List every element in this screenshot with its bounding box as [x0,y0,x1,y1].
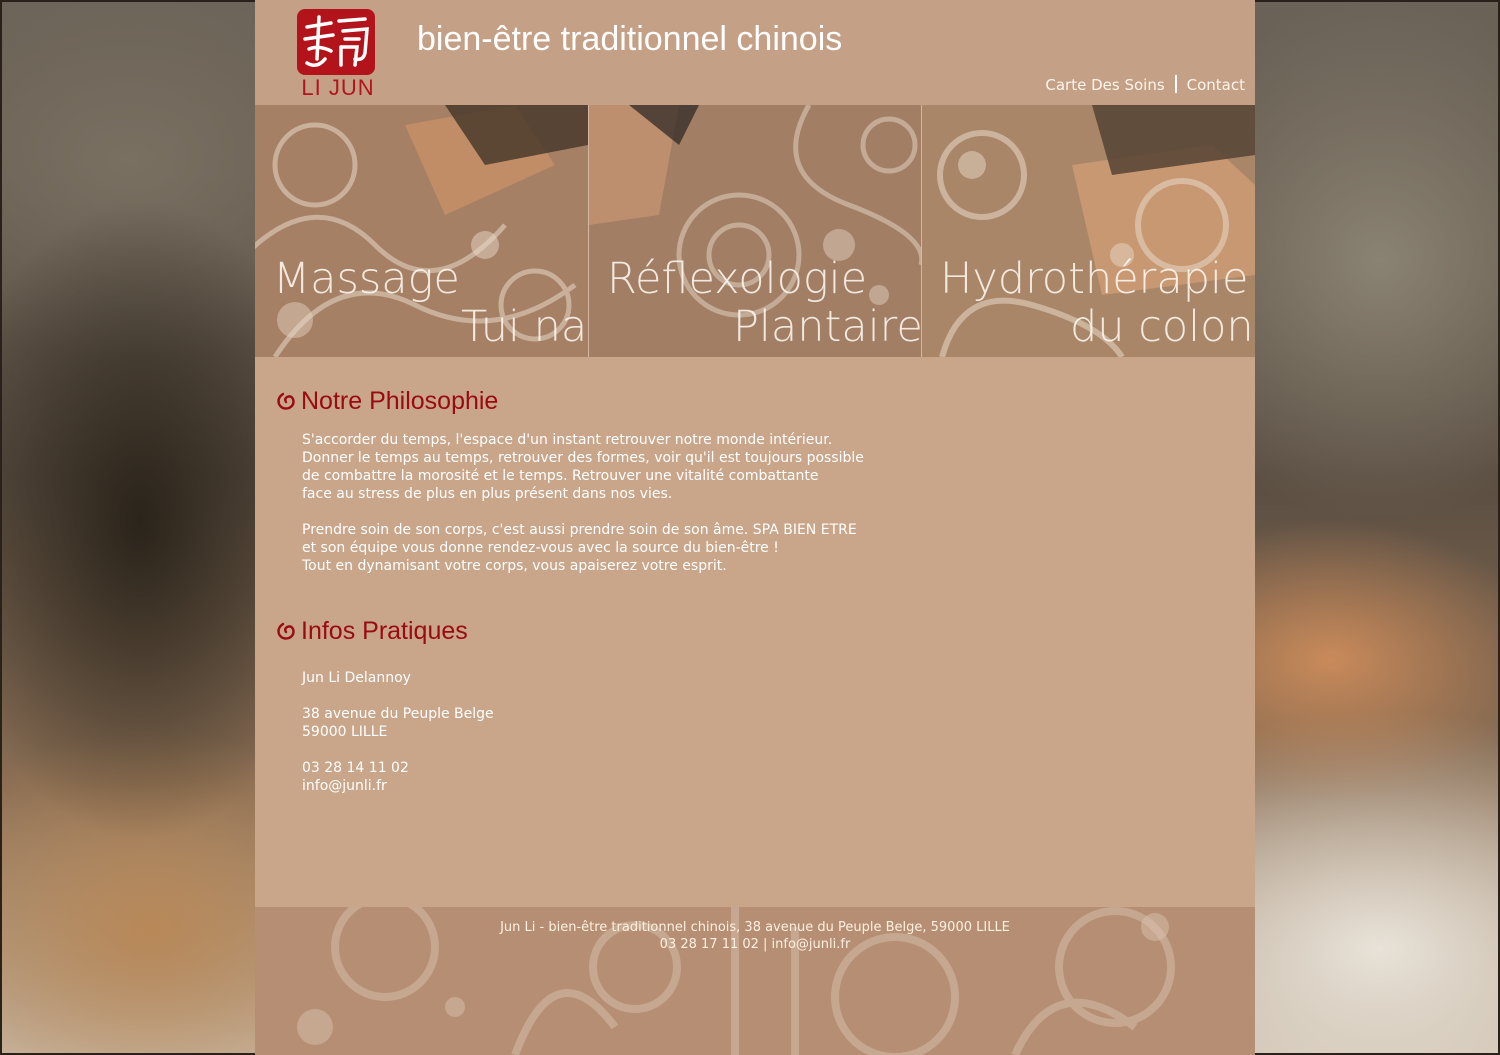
panel-title: Hydrothérapie du colon [922,255,1255,355]
footer-text: Jun Li - bien-être traditionnel chinois,… [255,919,1255,953]
philosophy-line: de combattre la morosité et le temps. Re… [302,468,819,484]
address-line1: 38 avenue du Peuple Belge [302,706,494,722]
banner-panel-reflexologie[interactable]: Réflexologie Plantaire [589,105,921,357]
panel-title: Massage Tui na [255,255,588,355]
philosophy-line: et son équipe vous donne rendez-vous ave… [302,540,779,556]
philosophy-line: Donner le temps au temps, retrouver des … [302,450,864,466]
swirl-icon [277,622,295,640]
panel-title-line2: du colon [1070,302,1254,352]
panel-title-line1: Réflexologie [607,254,868,304]
philosophy-line: S'accorder du temps, l'espace d'un insta… [302,432,833,448]
footer: Jun Li - bien-être traditionnel chinois,… [255,907,1255,1055]
email-link[interactable]: info@junli.fr [302,777,494,795]
panel-title-line1: Massage [273,254,460,304]
site-title: bien-être traditionnel chinois [417,20,843,58]
footer-line1: Jun Li - bien-être traditionnel chinois,… [500,920,1010,935]
panel-title-line2: Plantaire [733,302,921,352]
page-container: LI JUN bien-être traditionnel chinois Ca… [255,0,1255,1055]
panel-title: Réflexologie Plantaire [589,255,921,355]
philosophy-text: S'accorder du temps, l'espace d'un insta… [302,431,864,575]
philosophy-line: face au stress de plus en plus présent d… [302,486,673,502]
seal-icon [297,9,375,75]
nav-separator [1174,75,1177,93]
banner-panel-hydrotherapie[interactable]: Hydrothérapie du colon [922,105,1255,357]
philosophy-line: Prendre soin de son corps, c'est aussi p… [302,522,857,538]
phone-number: 03 28 14 11 02 [302,760,409,776]
main-content: Notre Philosophie S'accorder du temps, l… [255,357,1255,907]
section-title-philosophie: Notre Philosophie [275,387,498,416]
section-title-text: Infos Pratiques [301,617,468,645]
swirl-icon [277,392,295,410]
philosophy-line [302,503,864,521]
address-line2: 59000 LILLE [302,724,388,740]
philosophy-line: Tout en dynamisant votre corps, vous apa… [302,558,727,574]
section-title-infos: Infos Pratiques [275,617,468,646]
infos-text: Jun Li Delannoy 38 avenue du Peuple Belg… [302,669,494,795]
logo[interactable]: LI JUN [297,9,377,101]
footer-line2: 03 28 17 11 02 | info@junli.fr [659,937,851,952]
banner-panel-massage[interactable]: Massage Tui na [255,105,588,357]
header: LI JUN bien-être traditionnel chinois Ca… [255,0,1255,105]
services-banner: Massage Tui na Réflexologie Plantaire Hy… [255,105,1255,357]
panel-title-line1: Hydrothérapie [940,254,1249,304]
nav-carte-des-soins[interactable]: Carte Des Soins [1045,76,1164,94]
panel-title-line2: Tui na [461,302,588,352]
nav-contact[interactable]: Contact [1187,76,1245,94]
section-title-text: Notre Philosophie [301,387,499,415]
contact-name: Jun Li Delannoy [302,670,411,686]
logo-text: LI JUN [301,75,375,100]
top-nav: Carte Des Soins Contact [1045,75,1245,94]
